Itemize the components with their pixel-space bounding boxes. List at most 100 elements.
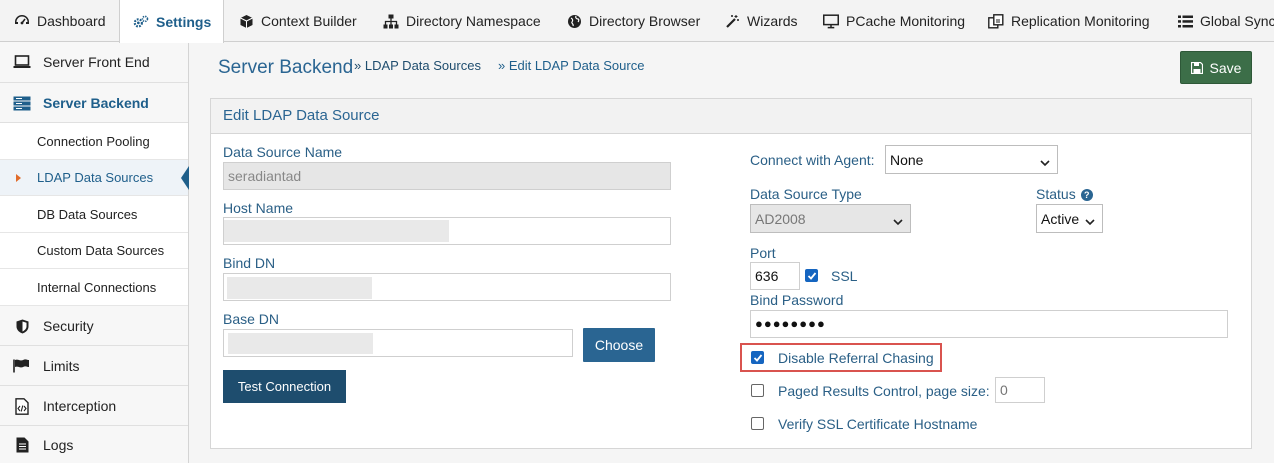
- connect-with-agent-value: None: [890, 152, 924, 168]
- bind-password-label: Bind Password: [750, 292, 844, 308]
- chevron-down-icon: [1085, 213, 1095, 229]
- sidebar-subitem-label: DB Data Sources: [37, 207, 138, 222]
- tab-label: Directory Namespace: [406, 13, 541, 29]
- connect-with-agent-select[interactable]: None: [885, 145, 1058, 174]
- question-circle-icon[interactable]: ?: [1080, 189, 1093, 201]
- list-icon: [1178, 13, 1193, 29]
- base-dn-label: Base DN: [223, 311, 280, 327]
- data-source-name-field: seradiantad: [223, 162, 671, 190]
- paged-results-checkbox[interactable]: [751, 384, 764, 397]
- port-label: Port: [750, 245, 776, 261]
- port-field[interactable]: 636: [750, 262, 800, 290]
- sidebar-subitem-label: Internal Connections: [37, 280, 157, 295]
- floppy-disk-icon: [1190, 61, 1203, 74]
- sitemap-icon: [383, 13, 399, 29]
- redacted-host-name: [224, 220, 449, 242]
- choose-button[interactable]: Choose: [583, 328, 655, 362]
- redacted-bind-dn: [227, 277, 372, 299]
- save-label: Save: [1209, 59, 1242, 76]
- breadcrumb-ldap-data-sources[interactable]: » LDAP Data Sources: [354, 58, 481, 73]
- tab-label: Replication Monitoring: [1011, 13, 1150, 29]
- paged-results-label: Paged Results Control, page size:: [778, 383, 990, 399]
- flag-icon: [13, 358, 31, 374]
- code-file-icon: [13, 397, 31, 415]
- shield-icon: [13, 318, 31, 334]
- status-select[interactable]: Active: [1036, 204, 1103, 233]
- sidebar-item-server-front-end[interactable]: Server Front End: [0, 42, 188, 83]
- chevron-down-icon: [1040, 154, 1050, 170]
- tab-settings[interactable]: Settings: [119, 0, 224, 43]
- ssl-label: SSL: [831, 268, 858, 284]
- ssl-checkbox[interactable]: [805, 269, 818, 282]
- panel-header: Edit LDAP Data Source: [211, 99, 1251, 134]
- top-navigation: Dashboard Settings Context Builder Direc…: [0, 0, 1274, 43]
- verify-ssl-checkbox[interactable]: [751, 417, 764, 430]
- data-source-type-label: Data Source Type: [750, 186, 862, 202]
- chevron-down-icon: [893, 213, 903, 229]
- globe-icon: [566, 13, 582, 29]
- breadcrumb-edit-ldap-data-source: » Edit LDAP Data Source: [498, 58, 645, 73]
- sidebar-item-server-backend[interactable]: Server Backend: [0, 83, 188, 123]
- sidebar-item-interception[interactable]: Interception: [0, 386, 188, 426]
- tab-dashboard[interactable]: Dashboard: [0, 0, 119, 42]
- verify-ssl-label: Verify SSL Certificate Hostname: [778, 416, 978, 432]
- tab-directory-namespace[interactable]: Directory Namespace: [370, 0, 554, 42]
- sidebar-subitem-db-data-sources[interactable]: DB Data Sources: [0, 196, 188, 233]
- tab-wizards[interactable]: Wizards: [712, 0, 808, 42]
- page-title: Server Backend: [218, 57, 354, 78]
- sidebar-item-logs[interactable]: Logs: [0, 426, 188, 463]
- sidebar-subitem-label: LDAP Data Sources: [37, 170, 154, 185]
- data-source-name-label: Data Source Name: [223, 144, 343, 160]
- sidebar-subitem-label: Connection Pooling: [37, 134, 150, 149]
- bind-password-field[interactable]: ●●●●●●●●: [750, 310, 1228, 338]
- sidebar-item-label: Server Front End: [43, 54, 150, 70]
- tab-directory-browser[interactable]: Directory Browser: [554, 0, 712, 42]
- sidebar-subitem-connection-pooling[interactable]: Connection Pooling: [0, 123, 188, 160]
- bind-dn-label: Bind DN: [223, 255, 276, 271]
- tab-label: Settings: [156, 13, 212, 30]
- tab-label: Global Sync: [1200, 13, 1274, 29]
- sidebar-item-label: Interception: [43, 398, 117, 414]
- connect-with-agent-label: Connect with Agent:: [750, 152, 875, 168]
- disable-referral-chasing-checkbox[interactable]: [751, 351, 764, 364]
- tab-label: Directory Browser: [589, 13, 701, 29]
- disable-referral-chasing-label: Disable Referral Chasing: [778, 350, 934, 366]
- page-size-input[interactable]: [995, 377, 1045, 403]
- sidebar-subitem-internal-connections[interactable]: Internal Connections: [0, 269, 188, 306]
- tab-label: Context Builder: [261, 13, 357, 29]
- sidebar-item-limits[interactable]: Limits: [0, 346, 188, 386]
- laptop-icon: [13, 54, 31, 70]
- dashboard-icon: [14, 13, 30, 29]
- sidebar-item-label: Limits: [43, 358, 80, 374]
- host-name-label: Host Name: [223, 200, 294, 216]
- redacted-base-dn: [228, 333, 373, 354]
- tab-pcache-monitoring[interactable]: PCache Monitoring: [808, 0, 974, 42]
- tab-replication-monitoring[interactable]: Replication Monitoring: [974, 0, 1164, 42]
- data-source-type-select: AD2008: [750, 204, 911, 233]
- data-source-type-value: AD2008: [755, 211, 806, 227]
- tab-label: Dashboard: [37, 13, 106, 29]
- save-button[interactable]: Save: [1180, 51, 1252, 84]
- document-icon: [13, 437, 31, 453]
- sidebar: Server Front End Server Backend Connecti…: [0, 42, 189, 463]
- status-value: Active: [1041, 211, 1080, 227]
- tab-label: PCache Monitoring: [846, 13, 966, 29]
- magic-wand-icon: [724, 13, 740, 29]
- status-label: Status: [1036, 186, 1076, 202]
- sidebar-subitem-custom-data-sources[interactable]: Custom Data Sources: [0, 233, 188, 269]
- tab-global-sync[interactable]: Global Sync: [1164, 0, 1274, 42]
- tab-context-builder[interactable]: Context Builder: [224, 0, 370, 42]
- test-connection-button[interactable]: Test Connection: [223, 370, 346, 403]
- status-label-wrap: Status?: [1036, 186, 1093, 202]
- server-icon: [13, 95, 31, 111]
- sidebar-subitem-ldap-data-sources[interactable]: LDAP Data Sources: [0, 160, 189, 196]
- sidebar-subitem-label: Custom Data Sources: [37, 243, 165, 258]
- sidebar-item-label: Server Backend: [43, 95, 149, 111]
- active-marker-icon: [16, 174, 21, 182]
- monitor-icon: [823, 13, 839, 29]
- active-pointer-icon: [181, 166, 189, 190]
- gears-icon: [133, 14, 149, 30]
- sidebar-item-security[interactable]: Security: [0, 306, 188, 346]
- panel-title: Edit LDAP Data Source: [223, 107, 380, 124]
- tab-label: Wizards: [747, 13, 798, 29]
